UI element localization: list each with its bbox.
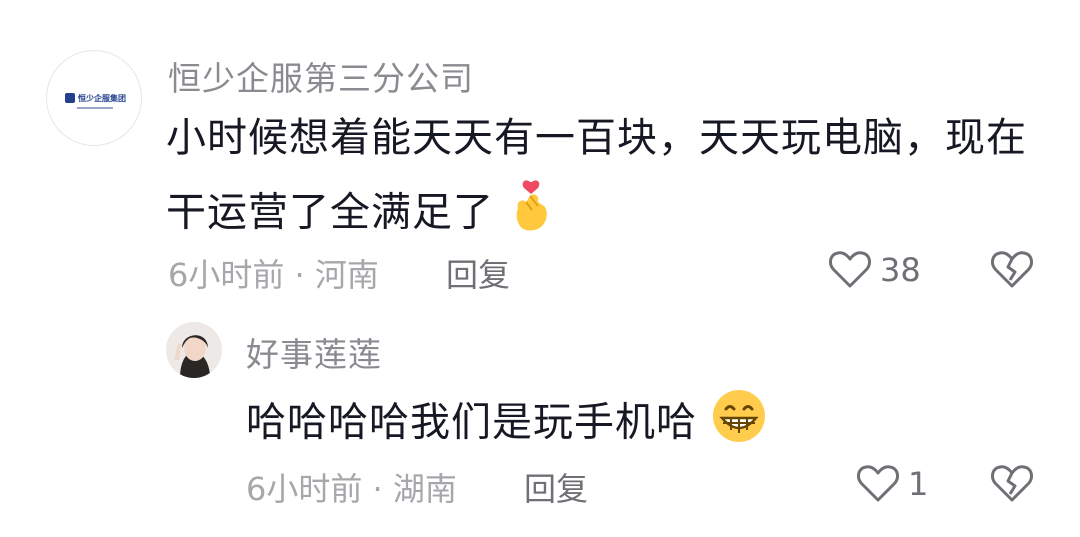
reply-like-count: 1 — [908, 465, 929, 503]
comment-meta: 6小时前 · 河南 — [168, 256, 379, 294]
reply-meta: 6小时前 · 湖南 — [246, 470, 457, 508]
comment-text-line-2-wrap: 干运营了全满足了 — [166, 178, 554, 251]
reply-reply-button[interactable]: 回复 — [524, 464, 588, 510]
reply-like-button[interactable]: 1 — [856, 462, 928, 506]
comment-text-line-2: 干运营了全满足了 — [166, 189, 494, 236]
avatar[interactable]: 恒少企服集团 — [46, 50, 142, 146]
finger-heart-emoji — [508, 178, 554, 251]
grinning-face-emoji — [711, 388, 767, 461]
company-logo: 恒少企服集团 — [65, 91, 127, 105]
comment-text-line-1: 小时候想着能天天有一百块，天天玩电脑，现在 — [166, 115, 1027, 161]
reply-button[interactable]: 回复 — [446, 250, 510, 296]
broken-heart-icon[interactable] — [990, 248, 1034, 292]
heart-outline-icon — [856, 462, 900, 506]
comment-username[interactable]: 恒少企服第三分公司 — [168, 52, 474, 100]
reply-username[interactable]: 好事莲莲 — [246, 328, 382, 376]
reply-text: 哈哈哈哈我们是玩手机哈 — [246, 399, 697, 446]
reply-text-wrap: 哈哈哈哈我们是玩手机哈 — [246, 388, 767, 461]
like-button[interactable]: 38 — [828, 248, 921, 292]
heart-outline-icon — [828, 248, 872, 292]
reply-avatar[interactable] — [166, 322, 222, 378]
like-count: 38 — [880, 251, 921, 289]
broken-heart-icon[interactable] — [990, 462, 1034, 506]
